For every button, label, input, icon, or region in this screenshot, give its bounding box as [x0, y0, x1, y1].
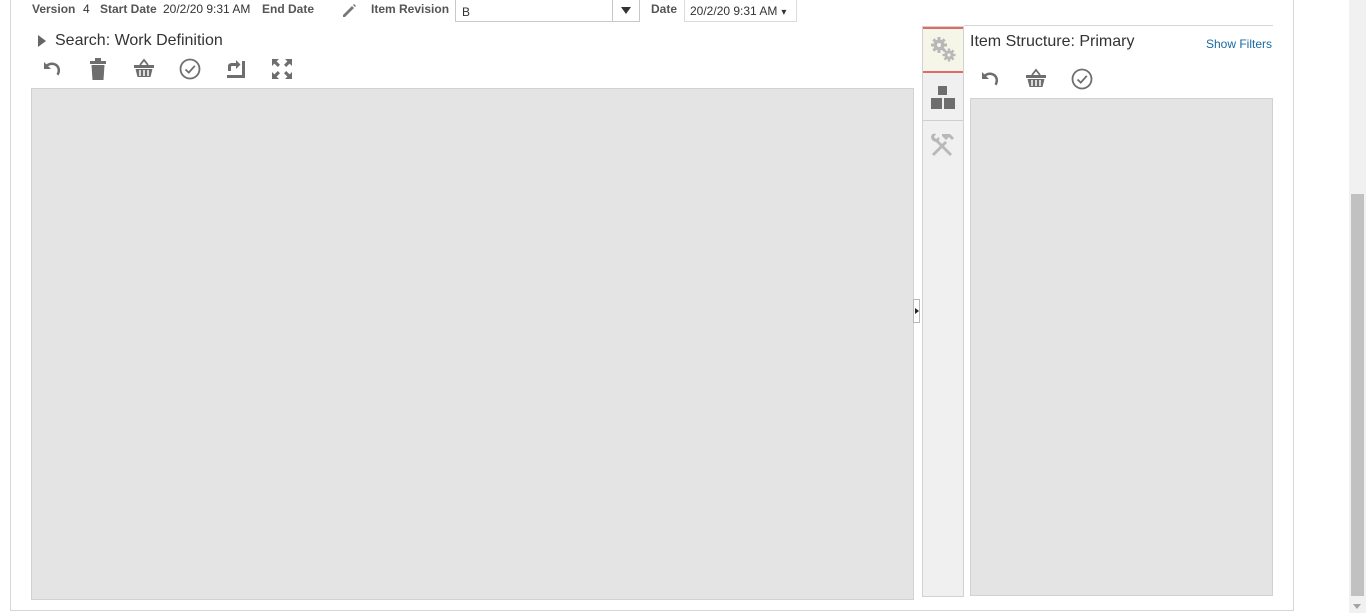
- tab-tools[interactable]: [923, 122, 963, 168]
- date-select[interactable]: 20/2/20 9:31 AM ▾: [684, 0, 797, 22]
- undo-icon: [982, 72, 999, 86]
- basket-icon: [134, 58, 154, 77]
- undo-button[interactable]: [967, 64, 1013, 94]
- search-panel-header[interactable]: Search: Work Definition: [38, 31, 223, 51]
- disclosure-triangle-icon[interactable]: [38, 35, 46, 47]
- caret-down-icon: [621, 6, 631, 14]
- work-definition-canvas[interactable]: [31, 88, 914, 600]
- show-filters-link[interactable]: Show Filters: [1206, 37, 1272, 51]
- start-date-value: 20/2/20 9:31 AM: [163, 2, 251, 16]
- item-revision-dropdown-button[interactable]: [612, 0, 640, 22]
- tools-icon: [931, 133, 954, 156]
- scroll-down-arrow-icon[interactable]: [1353, 604, 1361, 609]
- blocks-icon: [931, 85, 955, 109]
- delete-icon: [90, 58, 106, 80]
- check-circle-icon: [179, 58, 201, 80]
- side-tab-bar: [922, 26, 964, 597]
- maximize-button[interactable]: [259, 54, 305, 84]
- item-structure-canvas[interactable]: [970, 98, 1273, 596]
- date-value: 20/2/20 9:31 AM: [690, 4, 778, 18]
- item-revision-input[interactable]: B: [455, 0, 612, 22]
- check-button[interactable]: [167, 54, 213, 84]
- basket-button[interactable]: [121, 54, 167, 84]
- version-value: 4: [83, 2, 90, 16]
- gears-icon: [931, 37, 956, 62]
- collapse-arrow-icon: [914, 308, 919, 314]
- chevron-down-icon: ▾: [781, 7, 787, 18]
- tab-components[interactable]: [923, 75, 963, 121]
- expand-icon: [272, 59, 292, 79]
- start-date-label: Start Date: [100, 2, 157, 16]
- refresh-icon: [227, 60, 245, 78]
- item-structure-title: Item Structure: Primary: [970, 33, 1135, 50]
- item-structure-toolbar: [967, 64, 1105, 94]
- date-label: Date: [651, 2, 678, 16]
- end-date-label: End Date: [262, 2, 315, 16]
- version-label: Version: [32, 2, 76, 16]
- basket-icon: [1026, 68, 1046, 87]
- pencil-icon[interactable]: [340, 1, 358, 19]
- search-toolbar: [29, 54, 305, 84]
- divider: [964, 25, 1273, 26]
- search-panel-title: Search: Work Definition: [55, 32, 223, 49]
- refresh-button[interactable]: [213, 54, 259, 84]
- undo-button[interactable]: [29, 54, 75, 84]
- item-revision-label: Item Revision: [371, 2, 450, 16]
- undo-icon: [44, 62, 61, 76]
- scrollbar-thumb[interactable]: [1351, 194, 1364, 596]
- tab-item-structure[interactable]: [923, 27, 963, 73]
- panel-splitter-handle[interactable]: [913, 299, 920, 323]
- check-button[interactable]: [1059, 64, 1105, 94]
- vertical-scrollbar[interactable]: [1349, 0, 1366, 613]
- delete-button[interactable]: [75, 54, 121, 84]
- check-circle-icon: [1071, 68, 1093, 90]
- header-bar: Version 4 Start Date 20/2/20 9:31 AM End…: [0, 0, 900, 22]
- basket-button[interactable]: [1013, 64, 1059, 94]
